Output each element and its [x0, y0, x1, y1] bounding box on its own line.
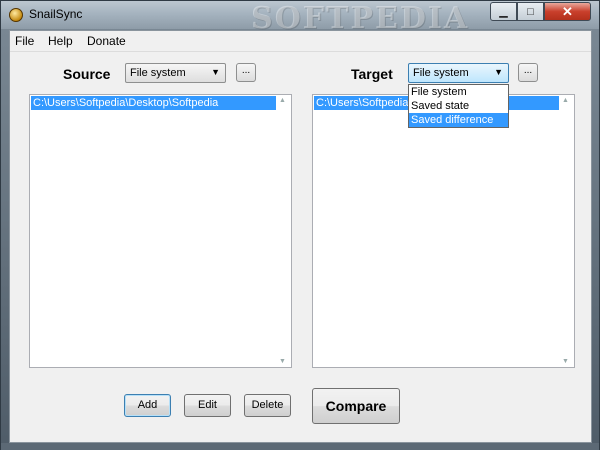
scroll-down-icon[interactable]: ▼	[562, 358, 569, 365]
target-list-scrollbar[interactable]: ▲ ▼	[558, 95, 574, 367]
source-browse-button[interactable]: ...	[236, 63, 256, 82]
main-panel: File Help Donate Source File system ▼ ..…	[9, 30, 592, 443]
chevron-down-icon: ▼	[211, 67, 220, 77]
add-button[interactable]: Add	[124, 394, 171, 417]
minimize-icon: ▁	[499, 6, 508, 18]
scroll-down-icon[interactable]: ▼	[279, 358, 286, 365]
compare-button[interactable]: Compare	[312, 388, 400, 424]
menu-help[interactable]: Help	[48, 34, 73, 48]
target-type-combo[interactable]: File system ▼	[408, 63, 509, 83]
maximize-icon: □	[527, 5, 534, 18]
source-combo-value: File system	[130, 67, 186, 79]
minimize-button[interactable]: ▁	[490, 2, 517, 21]
delete-button[interactable]: Delete	[244, 394, 291, 417]
chevron-down-icon: ▼	[494, 67, 503, 77]
source-list-scrollbar[interactable]: ▲ ▼	[275, 95, 291, 367]
source-type-combo[interactable]: File system ▼	[125, 63, 226, 83]
edit-button[interactable]: Edit	[184, 394, 231, 417]
scroll-up-icon[interactable]: ▲	[279, 97, 286, 104]
window-bottom-frame	[1, 443, 599, 450]
target-label: Target	[351, 66, 393, 82]
menu-bar: File Help Donate	[10, 31, 591, 52]
window-title: SnailSync	[29, 7, 83, 21]
close-button[interactable]: ✕	[544, 2, 591, 21]
target-list[interactable]: C:\Users\Softpedia\Desktop\Softpedia ▲ ▼	[312, 94, 575, 368]
option-saved-state[interactable]: Saved state	[409, 99, 508, 113]
option-saved-difference[interactable]: Saved difference	[409, 113, 508, 127]
target-type-dropdown: File system Saved state Saved difference	[408, 84, 509, 128]
source-label: Source	[63, 66, 111, 82]
target-combo-value: File system	[413, 67, 469, 79]
source-list[interactable]: C:\Users\Softpedia\Desktop\Softpedia ▲ ▼	[29, 94, 292, 368]
maximize-button[interactable]: □	[517, 2, 544, 21]
menu-file[interactable]: File	[15, 34, 34, 48]
source-list-item[interactable]: C:\Users\Softpedia\Desktop\Softpedia	[31, 96, 276, 110]
scroll-up-icon[interactable]: ▲	[562, 97, 569, 104]
close-icon: ✕	[562, 3, 573, 19]
option-file-system[interactable]: File system	[409, 85, 508, 99]
menu-donate[interactable]: Donate	[87, 34, 126, 48]
title-bar[interactable]: SnailSync SOFTPEDIA ▁ □ ✕	[1, 1, 599, 36]
snail-app-icon[interactable]	[9, 8, 23, 22]
target-browse-button[interactable]: ...	[518, 63, 538, 82]
app-window: SnailSync SOFTPEDIA ▁ □ ✕ File Help Dona…	[0, 0, 600, 450]
